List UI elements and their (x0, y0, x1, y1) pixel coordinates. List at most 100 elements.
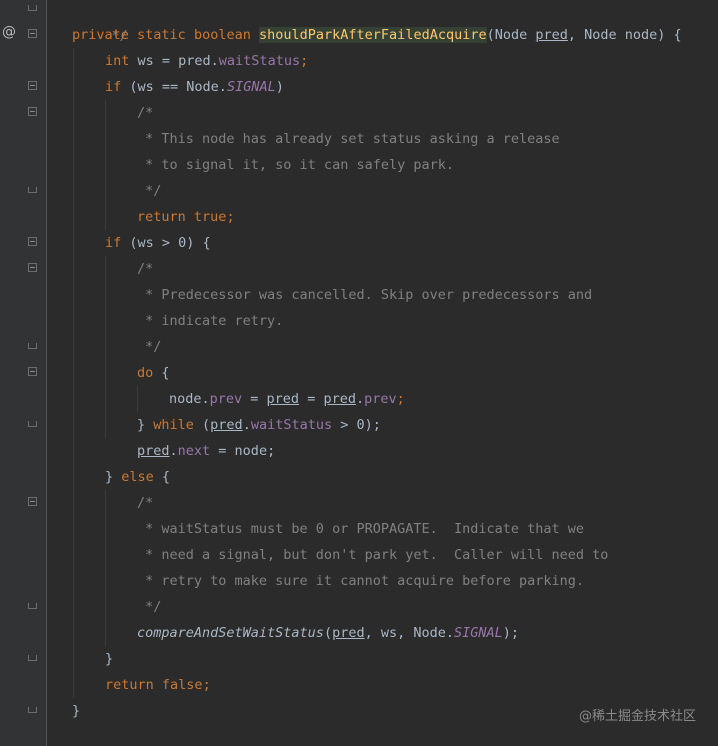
keyword: return (105, 677, 154, 693)
code-text: ( (193, 417, 211, 433)
code-line: private static boolean shouldParkAfterFa… (72, 22, 682, 48)
code-line: * indicate retry. (137, 313, 284, 329)
field-ref[interactable]: prev (364, 391, 397, 407)
fold-else-end-icon[interactable] (28, 655, 37, 661)
indent-guide (105, 100, 106, 230)
fold-comment-end-icon[interactable] (28, 343, 37, 349)
code-line: return false; (105, 672, 211, 698)
fold-if-icon[interactable] (28, 81, 37, 90)
code-text: ) (275, 79, 284, 95)
code-text: node. (169, 391, 210, 407)
code-line: compareAndSetWaitStatus(pred, ws, Node.S… (137, 620, 519, 646)
field-ref[interactable]: next (178, 443, 211, 459)
code-line: } (105, 646, 113, 672)
code-text: } (137, 417, 154, 433)
code-line: int ws = pred.waitStatus; (105, 48, 308, 74)
code-line: if (ws == Node.SIGNAL) (105, 74, 284, 100)
fold-method-icon[interactable] (28, 29, 37, 38)
code-text: . (242, 417, 251, 433)
keyword: if (105, 235, 122, 251)
override-marker-icon[interactable]: @ (2, 24, 16, 40)
field-ref[interactable]: waitStatus (251, 417, 332, 433)
code-line: */ (137, 339, 162, 355)
code-line: } else { (105, 464, 170, 490)
code-line: node.prev = pred = pred.prev; (169, 386, 405, 412)
indent-guide (105, 490, 106, 646)
code-text: , ws, Node. (364, 625, 454, 641)
code-text: ); (502, 625, 520, 641)
fold-comment-icon[interactable] (28, 263, 37, 272)
code-text: } (105, 469, 122, 485)
var-pred[interactable]: pred (323, 391, 356, 407)
keyword: static (137, 27, 186, 43)
semicolon: ; (226, 209, 235, 225)
semicolon: ; (202, 677, 211, 693)
keyword: do (137, 365, 154, 381)
fold-comment-end-icon[interactable] (28, 603, 37, 609)
fold-comment-icon[interactable] (28, 107, 37, 116)
code-line: pred.next = node; (137, 438, 275, 464)
keyword: int (105, 53, 130, 69)
code-line: */ (79, 0, 128, 44)
var-pred[interactable]: pred (332, 625, 365, 641)
indent-guide (105, 256, 106, 438)
code-line: */ (137, 183, 162, 199)
keyword: boolean (193, 27, 251, 43)
field-ref[interactable]: prev (210, 391, 243, 407)
code-line: /* (137, 105, 154, 121)
code-line: * waitStatus must be 0 or PROPAGATE. Ind… (137, 521, 585, 537)
code-text: = (299, 391, 324, 407)
static-field-ref[interactable]: SIGNAL (227, 79, 276, 95)
code-text: { (153, 365, 170, 381)
editor-gutter: @ (0, 0, 46, 746)
semicolon: ; (396, 391, 405, 407)
fold-do-icon[interactable] (28, 367, 37, 376)
keyword: else (121, 469, 154, 485)
fold-comment-end-icon[interactable] (28, 187, 37, 193)
static-field-ref[interactable]: SIGNAL (454, 625, 503, 641)
code-line: * Predecessor was cancelled. Skip over p… (137, 287, 593, 303)
code-line: } while (pred.waitStatus > 0); (137, 412, 381, 438)
code-line: * to signal it, so it can safely park. (137, 157, 454, 173)
keyword: while (153, 417, 194, 433)
watermark: @稀土掘金技术社区 (578, 709, 696, 724)
code-line: * need a signal, but don't park yet. Cal… (137, 547, 609, 563)
code-text: , Node node) { (567, 27, 682, 43)
code-editor[interactable]: */ private static boolean shouldParkAfte… (47, 0, 718, 746)
code-text: > 0); (332, 417, 381, 433)
indent-guide (137, 386, 138, 412)
code-text: = (242, 391, 267, 407)
code-line: /* (137, 495, 154, 511)
var-pred[interactable]: pred (210, 417, 243, 433)
fold-if-icon[interactable] (28, 237, 37, 246)
field-ref[interactable]: waitStatus (219, 53, 300, 69)
keyword: true (193, 209, 227, 225)
method-call[interactable]: compareAndSetWaitStatus (137, 625, 324, 641)
var-pred[interactable]: pred (267, 391, 300, 407)
semicolon: ; (300, 53, 309, 69)
code-text: ( (323, 625, 333, 641)
fold-comment-end-icon[interactable] (28, 5, 37, 11)
keyword: if (105, 79, 122, 95)
code-text: . (169, 443, 178, 459)
code-text: (Node (486, 27, 536, 43)
fold-do-end-icon[interactable] (28, 421, 37, 427)
code-text: ws = pred. (129, 53, 219, 69)
fold-method-end-icon[interactable] (28, 707, 37, 713)
code-text: (ws > 0) { (121, 235, 211, 251)
code-line: return true; (137, 204, 235, 230)
var-pred[interactable]: pred (137, 443, 170, 459)
code-text: (ws == Node. (121, 79, 227, 95)
code-line: * retry to make sure it cannot acquire b… (137, 573, 585, 589)
code-line: } (72, 698, 80, 724)
code-line: if (ws > 0) { (105, 230, 211, 256)
code-line: do { (137, 360, 170, 386)
code-text: = node; (210, 443, 276, 459)
keyword: false (161, 677, 203, 693)
code-text: . (355, 391, 365, 407)
keyword: return (137, 209, 186, 225)
keyword: private (72, 27, 129, 43)
method-name[interactable]: shouldParkAfterFailedAcquire (259, 27, 487, 43)
fold-comment-icon[interactable] (28, 497, 37, 506)
param-pred[interactable]: pred (535, 27, 568, 43)
